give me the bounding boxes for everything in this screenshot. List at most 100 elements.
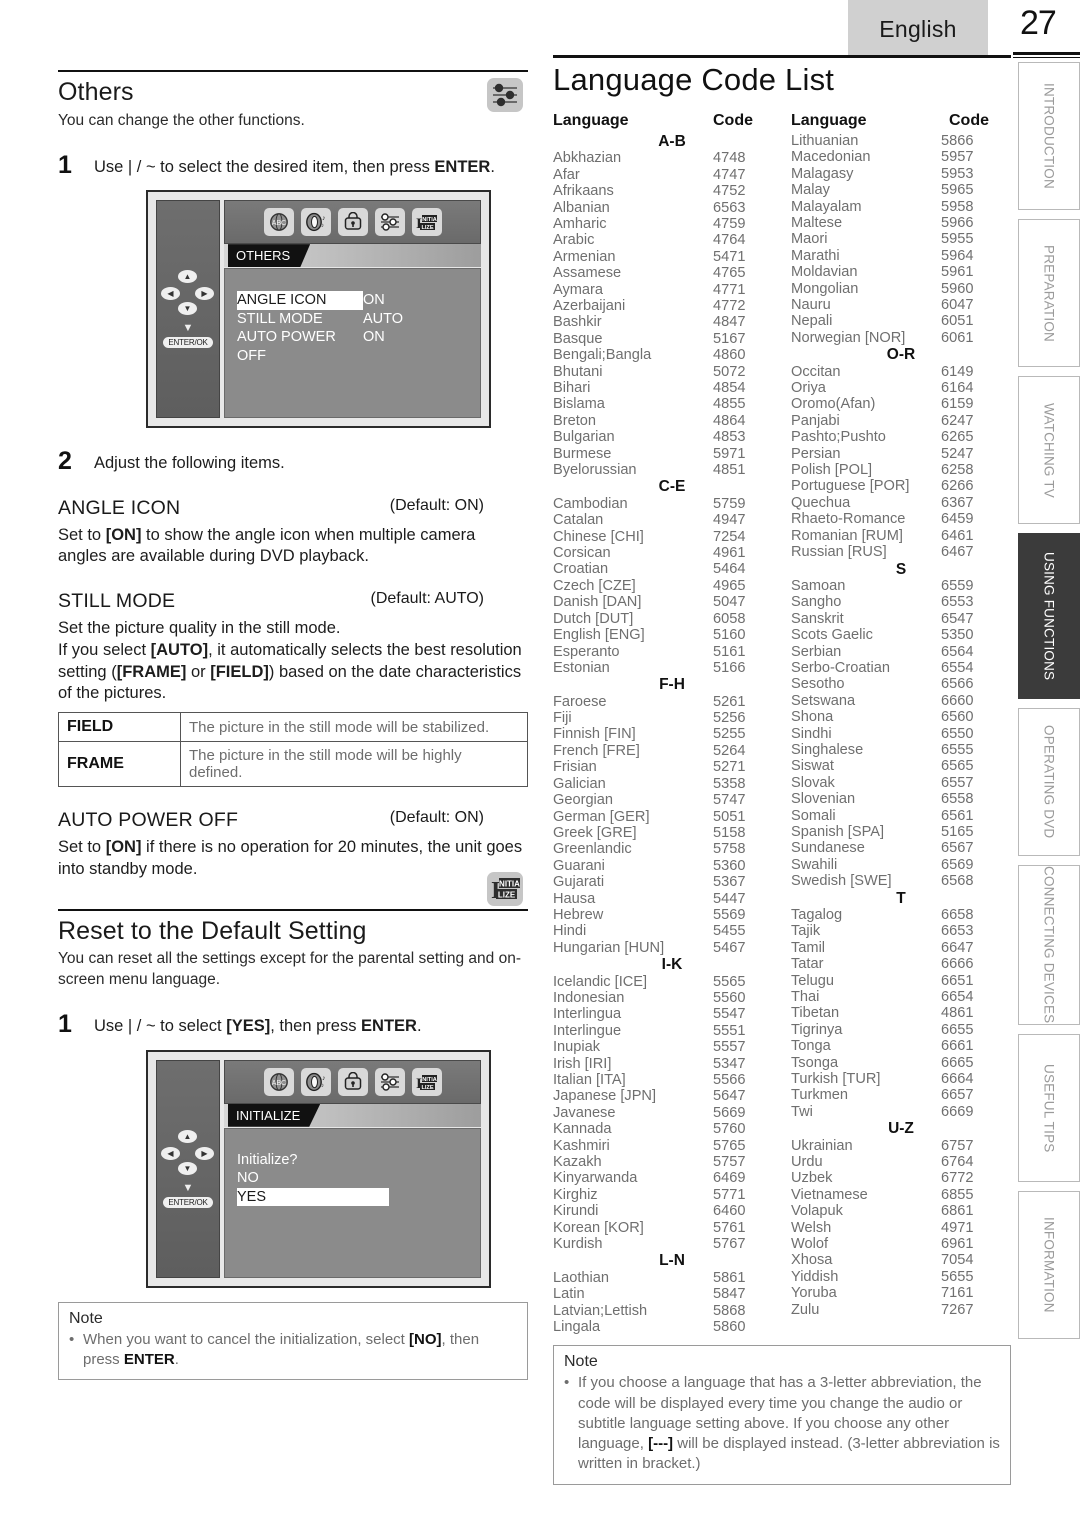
language-row: German [GER] 5051 [553, 809, 791, 825]
abc-language-icon[interactable]: ABC [263, 1067, 294, 1096]
language-name: Greenlandic [553, 841, 632, 858]
initialize-icon[interactable]: I NITIA LIZE [411, 1067, 442, 1096]
language-name: Turkmen [791, 1087, 849, 1104]
sidebar-tab-preparation[interactable]: PREPARATION [1018, 219, 1080, 367]
language-name: Persian [791, 445, 841, 462]
language-code: 6961 [941, 1236, 974, 1253]
osd-option-yes[interactable]: YES [237, 1187, 480, 1207]
osd-setting-row[interactable]: ANGLE ICON ON [237, 291, 480, 310]
manual-page: English 27 INTRODUCTION PREPARATION WATCHI… [0, 0, 1080, 1530]
language-code: 5647 [713, 1088, 746, 1105]
svg-text:NITIA: NITIA [499, 880, 520, 889]
language-name: Hungarian [HUN] [553, 939, 665, 956]
language-row: Bislama 4855 [553, 396, 791, 412]
language-name: Serbian [791, 643, 842, 660]
still-mode-line1: Set the picture quality in the still mod… [58, 619, 341, 638]
language-row: Turkish [TUR] 6664 [791, 1071, 1011, 1087]
language-row: Quechua 6367 [791, 495, 1011, 511]
osd-settings-list: ANGLE ICON ON STILL MODE AUTO AUTO POWER OFF… [224, 268, 481, 419]
sidebar-tab-operating-dvd[interactable]: OPERATING DVD [1018, 708, 1080, 856]
angle-icon-body-on: [ON] [105, 525, 142, 544]
language-name: Breton [553, 412, 596, 429]
language-code: 4855 [713, 396, 746, 413]
down-arrow-icon: ▼ [182, 1181, 194, 1194]
sidebar-tab-information[interactable]: INFORMATION [1018, 1191, 1080, 1339]
language-code: 5767 [713, 1236, 746, 1253]
enter-ok-button[interactable]: ENTER/OK [163, 337, 213, 349]
language-code: 5860 [713, 1319, 746, 1336]
language-code: 4772 [713, 298, 746, 315]
sm-auto: [AUTO] [150, 640, 209, 659]
reset-rule [58, 908, 528, 911]
sidebar-tab-watching-tv[interactable]: WATCHING TV [1018, 376, 1080, 524]
parental-lock-icon[interactable] [337, 1067, 368, 1096]
language-name: Albanian [553, 199, 610, 216]
language-name: Catalan [553, 512, 604, 529]
language-name: Maltese [791, 215, 843, 232]
language-code: 6550 [941, 725, 974, 742]
language-code: 4851 [713, 462, 746, 479]
language-row: Welsh 4971 [791, 1220, 1011, 1236]
language-group-heading: U-Z [888, 1120, 914, 1138]
sidebar-tab-useful-tips[interactable]: USEFUL TIPS [1018, 1034, 1080, 1182]
language-code: 4747 [713, 166, 746, 183]
osd-setting-row[interactable]: STILL MODE AUTO [237, 310, 480, 329]
sidebar-tab-using-functions[interactable]: USING FUNCTIONS [1018, 533, 1080, 699]
language-name: Singhalese [791, 741, 864, 758]
step-text: Use | / ~ to select [YES], then press EN… [94, 1011, 422, 1037]
language-row: Croatian 5464 [553, 561, 791, 577]
language-name: Russian [RUS] [791, 544, 887, 561]
osd-tab-label: INITIALIZE [228, 1103, 321, 1127]
language-name: Turkish [TUR] [791, 1071, 881, 1088]
header-code-1: Code [713, 112, 753, 129]
sidebar-tab-label: USEFUL TIPS [1041, 1063, 1057, 1153]
language-row: Bashkir 4847 [553, 314, 791, 330]
language-code: 4860 [713, 347, 746, 364]
language-row: Shona 6560 [791, 709, 1011, 725]
language-row: Swedish [SWE] 6568 [791, 873, 1011, 889]
language-row: Interlingua 5547 [553, 1006, 791, 1022]
language-name: Sundanese [791, 840, 865, 857]
language-code: 4759 [713, 215, 746, 232]
language-row: Tigrinya 6655 [791, 1022, 1011, 1038]
language-code: 4947 [713, 512, 746, 529]
sidebar-tab-connecting-devices[interactable]: CONNECTING DEVICES [1018, 865, 1080, 1025]
language-name: Estonian [553, 659, 610, 676]
language-row: Oriya 6164 [791, 380, 1011, 396]
language-name: Lingala [553, 1319, 601, 1336]
language-name: Volapuk [791, 1203, 843, 1220]
language-row: Tonga 6661 [791, 1038, 1011, 1054]
language-code: 6557 [941, 774, 974, 791]
language-name: Esperanto [553, 643, 620, 660]
parental-lock-icon[interactable] [337, 208, 368, 237]
initialize-icon[interactable]: I NITIA LIZE [411, 208, 442, 237]
language-row: Gujarati 5367 [553, 874, 791, 890]
language-code: 6658 [941, 906, 974, 923]
others-sliders-icon[interactable] [374, 1067, 405, 1096]
language-name: Laothian [553, 1269, 609, 1286]
osd-option-no[interactable]: NO [237, 1169, 480, 1188]
language-row: Korean [KOR] 5761 [553, 1220, 791, 1236]
left-column: Others You can change the other function… [58, 70, 528, 1381]
language-row: Hungarian [HUN] 5467 [553, 940, 791, 956]
others-sliders-icon[interactable] [374, 208, 405, 237]
language-code: 5467 [713, 939, 746, 956]
language-row: Swahili 6569 [791, 857, 1011, 873]
language-group-heading: S [895, 560, 907, 578]
osd-setting-row[interactable]: AUTO POWER OFF ON [237, 328, 480, 365]
audio-speaker-icon[interactable]: ♪ ♪ [300, 1067, 331, 1096]
abc-language-icon[interactable]: ABC [263, 208, 294, 237]
language-row: Kurdish 5767 [553, 1236, 791, 1252]
language-name: Ukrainian [791, 1137, 853, 1154]
language-row: Mongolian 5960 [791, 281, 1011, 297]
sidebar-tab-introduction[interactable]: INTRODUCTION [1018, 62, 1080, 210]
language-code: 6564 [941, 643, 974, 660]
language-name: Shona [791, 709, 834, 726]
language-row: Tamil 6647 [791, 940, 1011, 956]
language-name: Swahili [791, 856, 838, 873]
language-name: Bislama [553, 396, 605, 413]
language-name: Finnish [FIN] [553, 726, 636, 743]
language-code: 6653 [941, 923, 974, 940]
audio-speaker-icon[interactable]: ♪ ♪ [300, 208, 331, 237]
enter-ok-button[interactable]: ENTER/OK [163, 1196, 213, 1208]
